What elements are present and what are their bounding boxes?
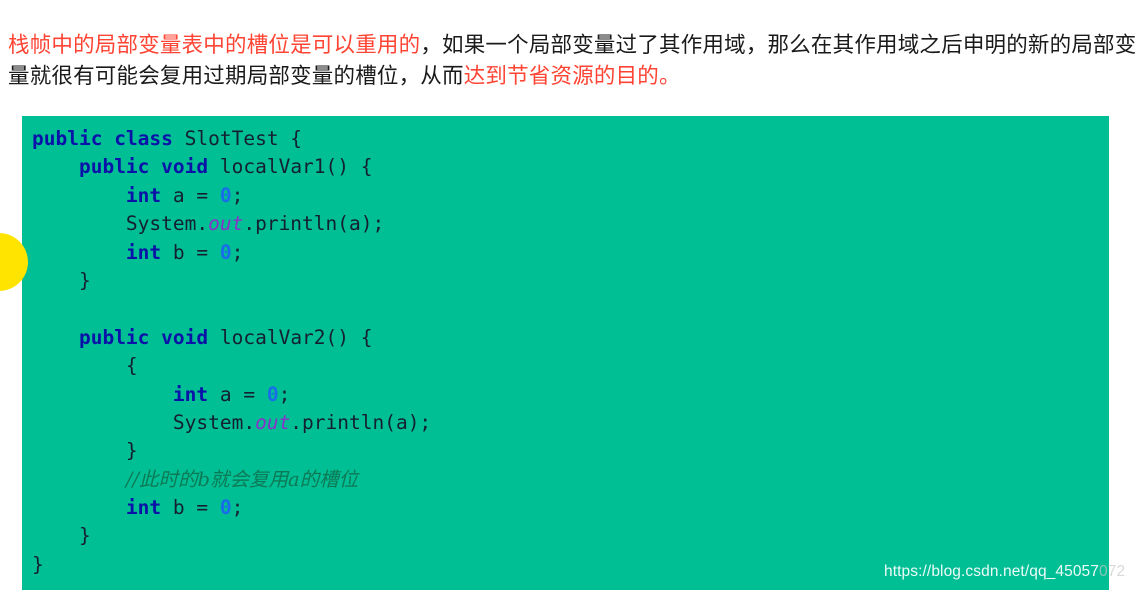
code-line: int b = 0;	[32, 494, 1109, 522]
code-token-pln: ;	[231, 183, 244, 207]
code-token-pln	[102, 127, 114, 150]
code-token-pln	[32, 241, 126, 264]
code-token-num: 0	[219, 183, 232, 207]
code-line: public class SlotTest {	[32, 125, 1109, 153]
code-line: int b = 0;	[32, 239, 1109, 267]
code-token-pln	[32, 326, 79, 349]
code-token-pln: localVar1() {	[208, 155, 373, 179]
code-token-kw: class	[114, 127, 173, 150]
code-line: int a = 0;	[32, 381, 1109, 409]
java-code-block: public class SlotTest { public void loca…	[22, 116, 1109, 590]
code-token-pln: }	[32, 268, 91, 292]
code-token-pln: .println(a);	[243, 212, 385, 236]
code-token-pln	[32, 155, 79, 178]
code-token-kw: int	[125, 240, 162, 264]
intro-paragraph: 栈帧中的局部变量表中的槽位是可以重用的，如果一个局部变量过了其作用域，那么在其作…	[8, 30, 1138, 92]
code-line: System.out.println(a);	[32, 210, 1109, 238]
code-token-pln: ;	[231, 240, 244, 264]
code-token-kw: public	[78, 325, 150, 349]
code-token-pln: ;	[278, 382, 291, 406]
code-token-pln: a =	[208, 382, 267, 406]
code-line: public void localVar1() {	[32, 153, 1109, 181]
code-line: }	[32, 267, 1109, 295]
code-token-kw: public	[78, 155, 150, 179]
code-token-pln: }	[32, 524, 91, 548]
code-token-pln: System.	[32, 410, 256, 434]
code-token-pln: b =	[161, 496, 220, 520]
code-token-pln: SlotTest {	[172, 127, 303, 150]
code-line: int a = 0;	[32, 182, 1109, 210]
code-token-pln: ;	[231, 496, 244, 520]
code-token-pln	[32, 184, 126, 207]
code-token-pln: b =	[161, 240, 220, 264]
code-token-pln	[32, 468, 126, 491]
code-token-pln: .println(a);	[290, 410, 432, 434]
watermark-tail: 072	[1099, 563, 1126, 580]
code-token-pln	[32, 383, 173, 406]
code-token-num: 0	[219, 496, 232, 520]
code-token-pln: System.	[32, 212, 209, 236]
csdn-watermark: https://blog.csdn.net/qq_45057072	[884, 563, 1125, 581]
code-line: {	[32, 352, 1109, 380]
code-lines: public class SlotTest { public void loca…	[32, 125, 1109, 579]
code-token-pln: {	[32, 354, 138, 378]
paragraph-segment-2: 达到节省资源的目的。	[463, 63, 681, 88]
code-token-fld: out	[255, 410, 291, 434]
code-token-kw: int	[172, 382, 209, 406]
code-token-pln: }	[32, 552, 44, 576]
code-token-pln: localVar2() {	[208, 325, 373, 349]
code-line: //此时的b就会复用a的槽位	[32, 466, 1109, 494]
code-token-kw: int	[125, 183, 162, 207]
code-token-cmt: //此时的b就会复用a的槽位	[125, 467, 359, 491]
code-token-kw: void	[161, 325, 209, 349]
code-token-pln: a =	[161, 183, 220, 207]
code-token-num: 0	[266, 382, 279, 406]
code-token-kw: int	[125, 496, 162, 520]
code-token-kw: void	[161, 155, 209, 179]
code-token-fld: out	[208, 212, 244, 236]
code-line: }	[32, 522, 1109, 550]
paragraph-segment-0: 栈帧中的局部变量表中的槽位是可以重用的	[8, 32, 421, 57]
code-token-pln	[32, 496, 126, 519]
code-token-pln: }	[32, 439, 138, 463]
watermark-visible: https://blog.csdn.net/qq_45057	[884, 563, 1099, 580]
code-token-kw: public	[32, 127, 103, 150]
code-line: System.out.println(a);	[32, 409, 1109, 437]
code-token-pln	[149, 155, 161, 178]
code-token-num: 0	[219, 240, 232, 264]
code-token-pln	[149, 326, 161, 349]
code-line: public void localVar2() {	[32, 324, 1109, 352]
code-line: }	[32, 437, 1109, 465]
